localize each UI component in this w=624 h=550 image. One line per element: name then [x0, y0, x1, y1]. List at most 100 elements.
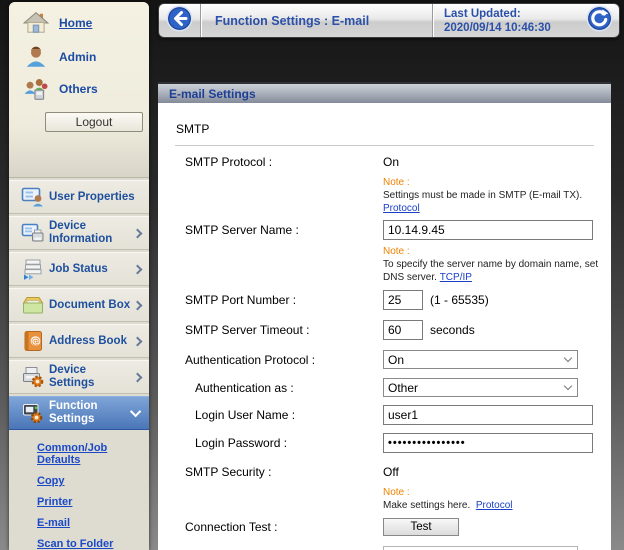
chevron-right-icon: [133, 300, 143, 310]
email-settings-panel: E-mail Settings SMTP SMTP Protocol : On …: [158, 82, 611, 550]
auth-protocol-label: Authentication Protocol :: [175, 353, 383, 367]
domain-restriction-row: Domain Restriction : Off: [175, 546, 594, 550]
auth-as-label: Authentication as :: [175, 381, 383, 395]
chevron-right-icon: [133, 372, 143, 382]
sidebar-item-device-settings[interactable]: Device Settings: [9, 360, 149, 394]
sidebar-item-document-box[interactable]: Document Box: [9, 288, 149, 322]
menu-label: User Properties: [49, 191, 141, 204]
home-link[interactable]: Home: [59, 16, 92, 30]
chevron-right-icon: [133, 264, 143, 274]
menu-label: Device Information: [49, 220, 134, 245]
connection-test-row: Connection Test : Test: [175, 518, 594, 536]
auth-protocol-select[interactable]: On: [383, 350, 578, 369]
note-title: Note :: [383, 245, 594, 258]
device-settings-icon: [21, 365, 45, 389]
sidebar-item-user-properties[interactable]: User Properties: [9, 180, 149, 214]
last-updated-value: 2020/09/14 10:46:30: [444, 21, 584, 35]
user-properties-icon: [21, 185, 45, 209]
note-text: To specify the server name by domain nam…: [383, 258, 605, 284]
smtp-timeout-input[interactable]: [383, 320, 423, 340]
note-title: Note :: [383, 486, 594, 499]
smtp-protocol-row: SMTP Protocol : On: [175, 155, 594, 169]
divider: [175, 145, 594, 146]
login-user-label: Login User Name :: [175, 408, 383, 422]
last-updated: Last Updated: 2020/09/14 10:46:30: [434, 7, 584, 35]
sidebar-item-function-settings[interactable]: Function Settings: [9, 396, 149, 430]
home-icon: [23, 10, 49, 36]
connection-test-label: Connection Test :: [175, 520, 383, 534]
device-information-icon: [21, 221, 45, 245]
login-password-label: Login Password :: [175, 436, 383, 450]
function-settings-icon: [21, 401, 45, 425]
sidebar-item-home[interactable]: Home: [23, 10, 92, 36]
auth-protocol-row: Authentication Protocol : On: [175, 350, 594, 369]
login-user-row: Login User Name :: [175, 405, 594, 425]
top-bar: Function Settings : E-mail Last Updated:…: [158, 3, 620, 38]
sidebar-item-job-status[interactable]: Job Status: [9, 252, 149, 286]
sidebar-menu: User Properties Device Information: [9, 180, 149, 430]
page-title: Function Settings : E-mail: [202, 14, 432, 28]
sidebar-account-section: Home Admin Others Logout: [9, 2, 149, 178]
protocol-link[interactable]: Protocol: [383, 203, 420, 214]
admin-icon: [23, 44, 49, 70]
smtp-port-row: SMTP Port Number : (1 - 65535): [175, 290, 594, 310]
address-book-icon: @: [21, 329, 45, 353]
smtp-protocol-value: On: [383, 155, 594, 169]
svg-text:@: @: [31, 337, 40, 347]
domain-restriction-select[interactable]: Off: [383, 546, 578, 550]
smtp-timeout-unit: seconds: [430, 323, 475, 337]
menu-label: Address Book: [49, 335, 134, 348]
submenu-item-copy[interactable]: Copy: [37, 475, 149, 487]
smtp-server-name-row: SMTP Server Name :: [175, 220, 594, 240]
menu-label: Document Box: [49, 299, 134, 312]
sidebar-item-others[interactable]: Others: [23, 76, 98, 102]
smtp-security-note: Note : Make settings here. Protocol: [383, 486, 594, 512]
auth-as-select[interactable]: Other: [383, 378, 578, 397]
smtp-timeout-row: SMTP Server Timeout : seconds: [175, 320, 594, 340]
smtp-port-input[interactable]: [383, 290, 423, 310]
sidebar-item-address-book[interactable]: @ Address Book: [9, 324, 149, 358]
menu-label: Job Status: [49, 263, 134, 276]
logout-button[interactable]: Logout: [45, 112, 143, 132]
job-status-icon: [21, 257, 45, 281]
auth-as-row: Authentication as : Other: [175, 378, 594, 397]
panel-title: E-mail Settings: [158, 82, 611, 103]
smtp-port-range: (1 - 65535): [430, 293, 489, 307]
sidebar-item-device-information[interactable]: Device Information: [9, 216, 149, 250]
submenu-item-email[interactable]: E-mail: [37, 517, 149, 529]
note-text: Settings must be made in SMTP (E-mail TX…: [383, 190, 582, 201]
submenu-item-printer[interactable]: Printer: [37, 496, 149, 508]
login-password-input[interactable]: [383, 433, 593, 453]
protocol-link[interactable]: Protocol: [476, 500, 513, 511]
chevron-right-icon: [133, 336, 143, 346]
login-user-input[interactable]: [383, 405, 593, 425]
tcpip-link[interactable]: TCP/IP: [440, 272, 472, 283]
note-text: Make settings here.: [383, 500, 470, 511]
smtp-security-row: SMTP Security : Off: [175, 465, 594, 479]
smtp-server-name-label: SMTP Server Name :: [175, 223, 383, 237]
submenu-item-scan-to-folder[interactable]: Scan to Folder: [37, 538, 149, 550]
smtp-security-value: Off: [383, 465, 594, 479]
chevron-right-icon: [133, 228, 143, 238]
refresh-button[interactable]: [586, 5, 613, 32]
smtp-protocol-note: Note : Settings must be made in SMTP (E-…: [383, 176, 594, 215]
smtp-port-label: SMTP Port Number :: [175, 293, 383, 307]
smtp-security-label: SMTP Security :: [175, 465, 383, 479]
submenu-item-common-job-defaults[interactable]: Common/Job Defaults: [37, 442, 149, 466]
others-link[interactable]: Others: [59, 82, 98, 96]
note-title: Note :: [383, 176, 594, 189]
refresh-icon: [586, 5, 613, 32]
dns-note: Note : To specify the server name by dom…: [383, 245, 594, 284]
menu-label: Device Settings: [49, 364, 134, 389]
back-button[interactable]: [166, 5, 193, 32]
test-button[interactable]: Test: [383, 518, 459, 536]
smtp-section-title: SMTP: [175, 122, 594, 136]
function-settings-submenu: Common/Job Defaults Copy Printer E-mail …: [9, 432, 149, 550]
admin-link[interactable]: Admin: [59, 50, 96, 64]
sidebar-item-admin[interactable]: Admin: [23, 44, 96, 70]
back-arrow-icon: [166, 5, 193, 32]
smtp-server-name-input[interactable]: [383, 220, 593, 240]
last-updated-label: Last Updated:: [444, 7, 584, 21]
login-password-row: Login Password :: [175, 433, 594, 453]
document-box-icon: [21, 293, 45, 317]
